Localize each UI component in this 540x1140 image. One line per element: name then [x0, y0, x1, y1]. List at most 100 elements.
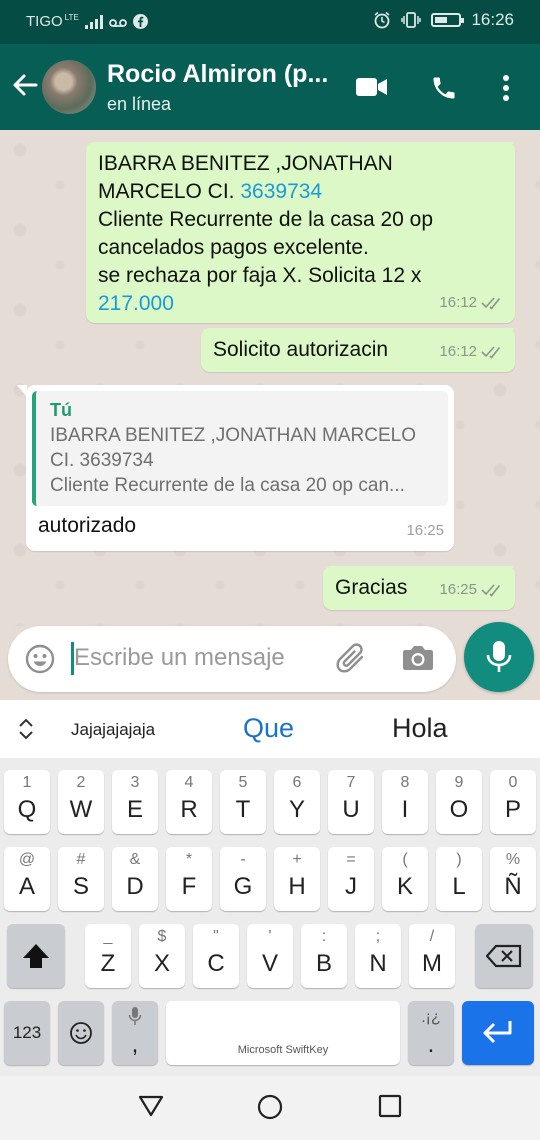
period-key[interactable]: .¡¿ .: [408, 1001, 454, 1065]
mic-key-icon: [128, 1007, 142, 1025]
key-m[interactable]: / M: [409, 924, 455, 988]
key-i[interactable]: 8I: [382, 770, 428, 834]
message-meta: 16:12: [439, 338, 505, 366]
back-triangle-icon[interactable]: [138, 1094, 164, 1118]
key-s[interactable]: # S: [58, 847, 104, 911]
message-text: Solicito autorizacin: [213, 338, 389, 361]
quoted-line: CI. 3639734: [50, 450, 154, 471]
enter-icon: [483, 1021, 512, 1044]
key-c[interactable]: " C: [193, 924, 239, 988]
video-call-icon[interactable]: [356, 76, 388, 98]
key-o[interactable]: 9O: [436, 770, 482, 834]
phone-number-link[interactable]: 3639734: [240, 180, 322, 203]
key-v[interactable]: ' V: [247, 924, 293, 988]
quoted-line: Cliente Recurrente de la casa 20 op can.…: [50, 475, 405, 496]
message-bubble-outgoing[interactable]: Gracias 16:25: [323, 566, 515, 610]
vibrate-icon: [401, 12, 422, 28]
camera-icon[interactable]: [402, 644, 434, 672]
home-circle-icon[interactable]: [257, 1094, 283, 1120]
key-j[interactable]: = J: [328, 847, 374, 911]
message-time: 16:12: [439, 294, 477, 311]
quoted-message[interactable]: Tú IBARRA BENITEZ ,JONATHAN MARCELO CI. …: [32, 391, 448, 506]
enter-key[interactable]: [462, 1001, 534, 1065]
suggestion-bar: Jajajajajaja Que Hola: [0, 700, 540, 758]
key-w[interactable]: 2W: [58, 770, 104, 834]
key-g[interactable]: -G: [220, 847, 266, 911]
quoted-line: IBARRA BENITEZ ,JONATHAN MARCELO: [50, 425, 416, 446]
key-d[interactable]: & D: [112, 847, 158, 911]
battery-icon: [431, 13, 465, 27]
key-r[interactable]: 4R: [166, 770, 212, 834]
shift-icon: [23, 944, 49, 968]
mic-button[interactable]: [464, 622, 534, 692]
backspace-icon: [486, 944, 522, 968]
key-f[interactable]: * F: [166, 847, 212, 911]
message-meta: 16:12: [439, 289, 505, 317]
contact-name[interactable]: Rocio Almiron (p...: [107, 60, 337, 89]
chat-area[interactable]: IBARRA BENITEZ ,JONATHAN MARCELO CI. 363…: [0, 130, 540, 626]
keyboard: Jajajajajaja Que Hola 1Q2W3E4R5T6Y7U8I9O…: [0, 700, 540, 1076]
suggestion-2[interactable]: Que: [243, 713, 294, 744]
key-z[interactable]: _ Z: [85, 924, 131, 988]
message-bubble-incoming[interactable]: Tú IBARRA BENITEZ ,JONATHAN MARCELO CI. …: [17, 385, 454, 551]
emoji-icon[interactable]: [24, 643, 56, 675]
status-bar: TIGO LTE 16:26: [0, 0, 540, 44]
avatar[interactable]: [42, 60, 96, 114]
status-time: 16:26: [471, 10, 514, 29]
key-h[interactable]: + H: [274, 847, 320, 911]
comma-key[interactable]: ,: [112, 1001, 158, 1065]
suggestion-1[interactable]: Jajajajajaja: [71, 720, 155, 740]
key-e[interactable]: 3E: [112, 770, 158, 834]
message-meta: 16:25: [439, 576, 505, 604]
message-time: 16:25: [439, 581, 477, 598]
backspace-key[interactable]: [475, 924, 533, 988]
key-k[interactable]: (K: [382, 847, 428, 911]
system-nav-bar: [0, 1076, 540, 1140]
more-options-icon[interactable]: [500, 74, 512, 102]
key-t[interactable]: 5T: [220, 770, 266, 834]
network-badge: LTE: [64, 13, 79, 22]
quoted-author: Tú: [50, 400, 72, 420]
recents-square-icon[interactable]: [378, 1094, 402, 1118]
key-u[interactable]: 7U: [328, 770, 374, 834]
key-n[interactable]: ; N: [355, 924, 401, 988]
alarm-icon: [374, 11, 390, 29]
message-input[interactable]: Escribe un mensaje: [74, 644, 285, 672]
contact-status: en línea: [107, 94, 172, 114]
message-bubble-outgoing[interactable]: IBARRA BENITEZ ,JONATHAN MARCELO CI. 363…: [86, 142, 515, 323]
message-meta: 16:25: [406, 517, 444, 545]
numbers-key[interactable]: 123: [4, 1001, 50, 1065]
double-check-icon: [481, 584, 501, 597]
double-check-icon: [481, 346, 501, 359]
shift-key[interactable]: [7, 924, 65, 988]
back-arrow-icon[interactable]: [10, 70, 40, 100]
suggestion-3[interactable]: Hola: [392, 713, 448, 744]
signal-icon: [84, 14, 103, 29]
key-y[interactable]: 6Y: [274, 770, 320, 834]
emoji-key[interactable]: [58, 1001, 104, 1065]
message-text: autorizado: [38, 514, 137, 537]
voicemail-icon: [108, 18, 127, 27]
emoji-key-icon: [70, 1022, 92, 1044]
message-time: 16:12: [439, 343, 477, 360]
key-p[interactable]: 0P: [490, 770, 536, 834]
double-check-icon: [481, 297, 501, 310]
mic-icon: [486, 641, 512, 672]
message-time: 16:25: [406, 522, 444, 539]
expand-toolbar-icon[interactable]: [18, 718, 34, 740]
key-x[interactable]: $ X: [139, 924, 185, 988]
facebook-icon: [132, 14, 148, 29]
message-text: Gracias: [335, 576, 408, 599]
space-key[interactable]: Microsoft SwiftKey: [166, 1001, 400, 1065]
attach-icon[interactable]: [335, 642, 371, 676]
key-q[interactable]: 1Q: [4, 770, 50, 834]
key-b[interactable]: :B: [301, 924, 347, 988]
message-composer[interactable]: Escribe un mensaje: [8, 626, 456, 692]
carrier-label: TIGO: [26, 13, 63, 30]
message-bubble-outgoing[interactable]: Solicito autorizacin 16:12: [201, 328, 515, 372]
key-a[interactable]: @ A: [4, 847, 50, 911]
chat-header: Rocio Almiron (p... en línea: [0, 44, 540, 130]
key-ñ[interactable]: % Ñ: [490, 847, 536, 911]
phone-icon[interactable]: [430, 74, 458, 102]
key-l[interactable]: ) L: [436, 847, 482, 911]
